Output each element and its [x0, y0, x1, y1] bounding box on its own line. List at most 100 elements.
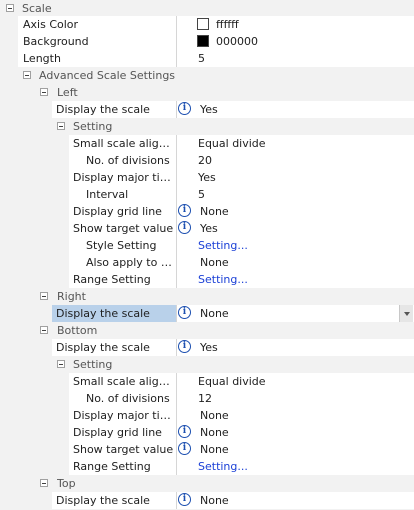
info-icon[interactable]: i: [178, 204, 191, 217]
prop-background[interactable]: Background 000000: [0, 33, 414, 50]
prop-label: Range Setting: [73, 460, 151, 473]
prop-left-display-major-tick[interactable]: Display major tick mar... Yes: [0, 169, 414, 186]
category-label: Setting: [73, 358, 113, 371]
prop-label: Show target value: [73, 222, 174, 235]
prop-left-no-of-divisions[interactable]: No. of divisions 20: [0, 152, 414, 169]
prop-label: Display grid line: [73, 205, 162, 218]
prop-label: No. of divisions: [86, 392, 170, 405]
info-icon[interactable]: i: [178, 306, 191, 319]
prop-bottom-range-setting[interactable]: Range Setting Setting...: [0, 458, 414, 475]
prop-bottom-small-scale-alignment[interactable]: Small scale alignment Equal divide: [0, 373, 414, 390]
prop-value-cell[interactable]: [176, 186, 414, 203]
info-icon[interactable]: i: [178, 442, 191, 455]
info-icon[interactable]: i: [178, 102, 191, 115]
category-label: Bottom: [57, 324, 98, 337]
prop-value: None: [200, 426, 229, 439]
prop-value: 20: [198, 154, 212, 167]
prop-bottom-no-of-divisions[interactable]: No. of divisions 12: [0, 390, 414, 407]
prop-bottom-show-target-value[interactable]: Show target value i None: [0, 441, 414, 458]
property-grid: Scale Axis Color ffffff Background 00000…: [0, 0, 414, 510]
collapse-icon[interactable]: [40, 88, 48, 96]
info-icon[interactable]: i: [178, 221, 191, 234]
prop-value: Yes: [200, 103, 218, 116]
collapse-icon[interactable]: [6, 4, 14, 12]
prop-value: 000000: [216, 35, 258, 48]
prop-label: Display the scale: [56, 307, 150, 320]
collapse-icon[interactable]: [57, 360, 65, 368]
prop-value: Yes: [200, 341, 218, 354]
prop-label: Background: [23, 35, 89, 48]
prop-label: Interval: [86, 188, 129, 201]
prop-label: Small scale alignment: [73, 375, 174, 388]
prop-left-small-scale-alignment[interactable]: Small scale alignment Equal divide: [0, 135, 414, 152]
prop-left-range-setting[interactable]: Range Setting Setting...: [0, 271, 414, 288]
prop-value: None: [200, 205, 229, 218]
category-bottom-setting[interactable]: Setting: [0, 356, 414, 373]
prop-bottom-display-major-tick[interactable]: Display major tick mar... None: [0, 407, 414, 424]
range-setting-link[interactable]: Setting...: [198, 271, 248, 288]
prop-label: Display the scale: [56, 341, 150, 354]
prop-label: Small scale alignment: [73, 137, 174, 150]
info-icon[interactable]: i: [178, 493, 191, 506]
category-label: Top: [57, 477, 76, 490]
category-left-setting[interactable]: Setting: [0, 118, 414, 135]
collapse-icon[interactable]: [40, 479, 48, 487]
category-bottom[interactable]: Bottom: [0, 322, 414, 339]
prop-value: None: [200, 409, 229, 422]
prop-right-display-scale[interactable]: Display the scale i None: [0, 305, 414, 322]
prop-value: Yes: [198, 171, 216, 184]
style-setting-link[interactable]: Setting...: [198, 237, 248, 254]
color-swatch: [197, 18, 209, 30]
prop-top-display-scale[interactable]: Display the scale i None: [0, 492, 414, 509]
prop-length[interactable]: Length 5: [0, 50, 414, 67]
prop-left-also-apply-minor[interactable]: Also apply to minor ... None: [0, 254, 414, 271]
category-right[interactable]: Right: [0, 288, 414, 305]
prop-value: None: [200, 307, 229, 320]
category-label: Setting: [73, 120, 113, 133]
prop-label: Range Setting: [73, 273, 151, 286]
prop-label: Length: [23, 52, 61, 65]
category-left[interactable]: Left: [0, 84, 414, 101]
prop-value: Yes: [200, 222, 218, 235]
prop-left-show-target-value[interactable]: Show target value i Yes: [0, 220, 414, 237]
prop-label: Style Setting: [86, 239, 157, 252]
prop-left-display-scale[interactable]: Display the scale i Yes: [0, 101, 414, 118]
prop-value: Equal divide: [198, 375, 266, 388]
prop-value: 5: [198, 188, 205, 201]
prop-value: 12: [198, 392, 212, 405]
collapse-icon[interactable]: [40, 326, 48, 334]
category-scale[interactable]: Scale: [0, 0, 414, 17]
collapse-icon[interactable]: [23, 71, 31, 79]
prop-label: Display major tick mar...: [73, 171, 174, 184]
prop-value-cell[interactable]: [176, 16, 414, 33]
prop-value: ffffff: [216, 18, 239, 31]
category-label: Right: [57, 290, 86, 303]
category-top[interactable]: Top: [0, 475, 414, 492]
prop-left-display-grid-line[interactable]: Display grid line i None: [0, 203, 414, 220]
category-label: Left: [57, 86, 78, 99]
prop-bottom-display-scale[interactable]: Display the scale i Yes: [0, 339, 414, 356]
prop-label: Also apply to minor ...: [86, 256, 174, 269]
prop-bottom-display-grid-line[interactable]: Display grid line i None: [0, 424, 414, 441]
prop-label: Display the scale: [56, 103, 150, 116]
prop-left-interval[interactable]: Interval 5: [0, 186, 414, 203]
info-icon[interactable]: i: [178, 425, 191, 438]
category-label: Scale: [22, 2, 52, 15]
prop-label: No. of divisions: [86, 154, 170, 167]
prop-label: Display grid line: [73, 426, 162, 439]
chevron-down-icon[interactable]: [399, 305, 413, 322]
prop-axis-color[interactable]: Axis Color ffffff: [0, 16, 414, 33]
category-advanced-scale-settings[interactable]: Advanced Scale Settings: [0, 67, 414, 84]
prop-left-style-setting[interactable]: Style Setting Setting...: [0, 237, 414, 254]
collapse-icon[interactable]: [57, 122, 65, 130]
prop-label: Display the scale: [56, 494, 150, 507]
prop-value-cell[interactable]: [176, 50, 414, 67]
prop-value: Equal divide: [198, 137, 266, 150]
prop-value: None: [200, 256, 229, 269]
info-icon[interactable]: i: [178, 340, 191, 353]
range-setting-link[interactable]: Setting...: [198, 458, 248, 475]
prop-label: Show target value: [73, 443, 174, 456]
prop-value: 5: [198, 52, 205, 65]
collapse-icon[interactable]: [40, 292, 48, 300]
prop-value-cell[interactable]: [176, 33, 414, 50]
